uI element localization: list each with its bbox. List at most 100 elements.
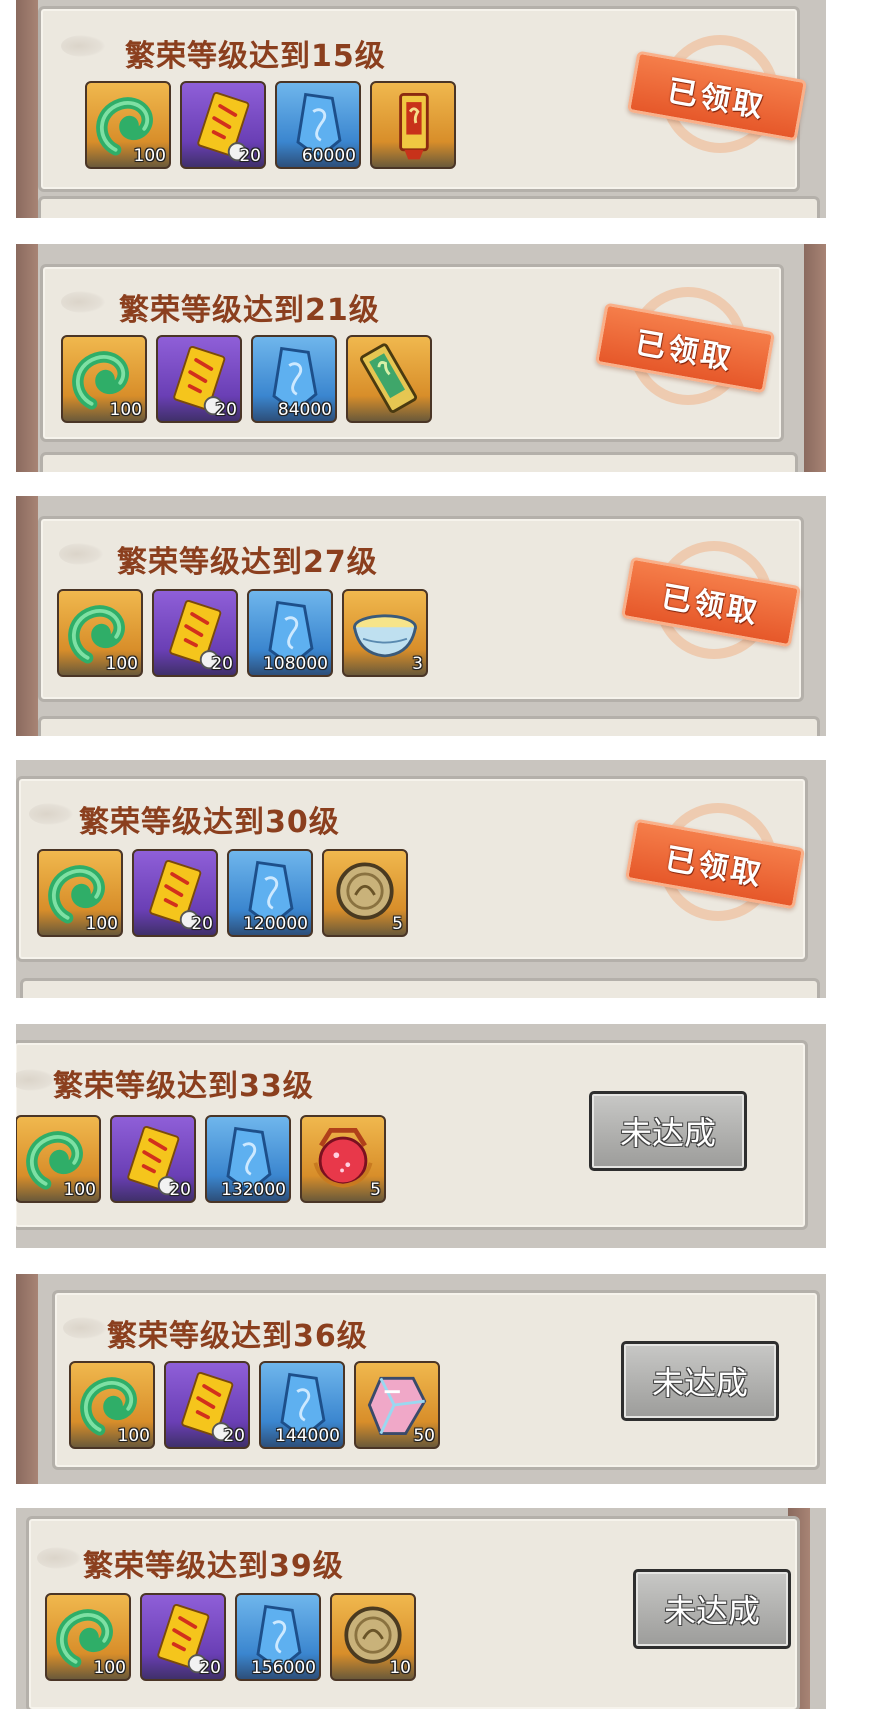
- reward-items: 100 20 84000: [61, 335, 432, 423]
- frame-edge: [16, 244, 38, 472]
- cloud-ornament: [63, 1317, 107, 1339]
- item-quantity: 144000: [275, 1426, 340, 1446]
- item-quantity: 100: [117, 1426, 150, 1446]
- reward-items: 100 20 108000 3: [57, 589, 428, 677]
- item-quantity: 156000: [251, 1658, 316, 1678]
- next-card-edge: [38, 716, 820, 736]
- reward-item[interactable]: 20: [164, 1361, 250, 1449]
- claimed-stamp: 已领取: [626, 35, 808, 155]
- cloud-ornament: [29, 803, 73, 825]
- item-quantity: 3: [412, 654, 423, 674]
- reward-item[interactable]: 84000: [251, 335, 337, 423]
- item-quantity: 100: [133, 146, 166, 166]
- item-quantity: 20: [239, 146, 261, 166]
- reward-item[interactable]: 144000: [259, 1361, 345, 1449]
- reward-items: 100 20 156000 10: [45, 1593, 416, 1681]
- reward-title: 繁荣等级达到39级: [83, 1549, 344, 1584]
- cloud-ornament: [37, 1547, 81, 1569]
- item-quantity: 5: [370, 1180, 381, 1200]
- next-card-edge: [20, 978, 820, 998]
- reward-item[interactable]: 20: [132, 849, 218, 937]
- not-achieved-button[interactable]: 未达成: [633, 1569, 791, 1649]
- reward-item[interactable]: [346, 335, 432, 423]
- reward-item[interactable]: [370, 81, 456, 169]
- reward-item[interactable]: 5: [322, 849, 408, 937]
- reward-card: 繁荣等级达到27级 100 20 108000 3 已领取: [38, 516, 804, 702]
- item-quantity: 100: [105, 654, 138, 674]
- reward-card: 繁荣等级达到21级 100 20 84000 已领取: [40, 264, 784, 442]
- reward-item[interactable]: 156000: [235, 1593, 321, 1681]
- cloud-ornament: [59, 543, 103, 565]
- next-card-edge: [38, 196, 820, 218]
- reward-item[interactable]: 100: [16, 1115, 101, 1203]
- not-achieved-button[interactable]: 未达成: [589, 1091, 747, 1171]
- reward-card: 繁荣等级达到36级 100 20 144000 50 未达成: [52, 1290, 820, 1470]
- frame-edge: [16, 1274, 38, 1484]
- item-quantity: 84000: [277, 400, 332, 420]
- reward-items: 100 20 132000 5: [16, 1115, 386, 1203]
- reward-item[interactable]: 100: [61, 335, 147, 423]
- item-quantity: 100: [93, 1658, 126, 1678]
- reward-item[interactable]: 50: [354, 1361, 440, 1449]
- cloud-ornament: [16, 1069, 55, 1091]
- reward-title: 繁荣等级达到36级: [107, 1319, 368, 1354]
- item-quantity: 20: [215, 400, 237, 420]
- item-quantity: 108000: [263, 654, 328, 674]
- item-quantity: 100: [109, 400, 142, 420]
- reward-item[interactable]: 100: [37, 849, 123, 937]
- item-quantity: 10: [389, 1658, 411, 1678]
- reward-panel-39: 繁荣等级达到39级 100 20 156000 10 未达成: [16, 1508, 826, 1709]
- frame-edge: [804, 244, 826, 472]
- reward-item[interactable]: 3: [342, 589, 428, 677]
- reward-item[interactable]: 100: [45, 1593, 131, 1681]
- item-quantity: 5: [392, 914, 403, 934]
- reward-items: 100 20 120000 5: [37, 849, 408, 937]
- reward-panel-21: 繁荣等级达到21级 100 20 84000 已领取: [16, 244, 826, 472]
- reward-title: 繁荣等级达到33级: [53, 1069, 314, 1104]
- reward-item[interactable]: 5: [300, 1115, 386, 1203]
- reward-item[interactable]: 20: [140, 1593, 226, 1681]
- reward-item[interactable]: 20: [156, 335, 242, 423]
- reward-items: 100 20 144000 50: [69, 1361, 440, 1449]
- reward-panel-33: 繁荣等级达到33级 100 20 132000 5 未达成: [16, 1024, 826, 1248]
- reward-card: 繁荣等级达到39级 100 20 156000 10 未达成: [26, 1516, 800, 1709]
- reward-panel-27: 繁荣等级达到27级 100 20 108000 3 已领取: [16, 496, 826, 736]
- talisman-icon: [360, 343, 418, 413]
- item-quantity: 100: [63, 1180, 96, 1200]
- item-quantity: 50: [413, 1426, 435, 1446]
- reward-item[interactable]: 120000: [227, 849, 313, 937]
- reward-item[interactable]: 10: [330, 1593, 416, 1681]
- item-quantity: 20: [211, 654, 233, 674]
- reward-panel-15: 繁荣等级达到15级 100 20 60000 已领取: [16, 0, 826, 218]
- claimed-stamp: 已领取: [620, 541, 802, 661]
- item-quantity: 20: [169, 1180, 191, 1200]
- claimed-stamp: 已领取: [594, 287, 776, 407]
- frame-edge: [16, 496, 38, 736]
- item-quantity: 20: [223, 1426, 245, 1446]
- reward-item[interactable]: 108000: [247, 589, 333, 677]
- reward-item[interactable]: 60000: [275, 81, 361, 169]
- reward-item[interactable]: 132000: [205, 1115, 291, 1203]
- reward-title: 繁荣等级达到21级: [119, 293, 380, 328]
- reward-items: 100 20 60000: [85, 81, 456, 169]
- reward-panel-30: 繁荣等级达到30级 100 20 120000 5 已领取: [16, 760, 826, 998]
- reward-item[interactable]: 20: [180, 81, 266, 169]
- item-quantity: 20: [191, 914, 213, 934]
- item-quantity: 132000: [221, 1180, 286, 1200]
- item-quantity: 120000: [243, 914, 308, 934]
- reward-item[interactable]: 100: [85, 81, 171, 169]
- reward-item[interactable]: 20: [152, 589, 238, 677]
- reward-item[interactable]: 100: [57, 589, 143, 677]
- reward-card: 繁荣等级达到15级 100 20 60000 已领取: [38, 6, 808, 192]
- item-quantity: 20: [199, 1658, 221, 1678]
- item-quantity: 100: [85, 914, 118, 934]
- reward-item[interactable]: 20: [110, 1115, 196, 1203]
- next-card-edge: [40, 452, 798, 472]
- reward-title: 繁荣等级达到27级: [117, 545, 378, 580]
- reward-item[interactable]: 100: [69, 1361, 155, 1449]
- reward-card: 繁荣等级达到33级 100 20 132000 5 未达成: [16, 1040, 808, 1230]
- not-achieved-button[interactable]: 未达成: [621, 1341, 779, 1421]
- token-icon: [399, 93, 429, 160]
- reward-panel-36: 繁荣等级达到36级 100 20 144000 50 未达成: [16, 1274, 826, 1484]
- frame-edge: [16, 0, 38, 218]
